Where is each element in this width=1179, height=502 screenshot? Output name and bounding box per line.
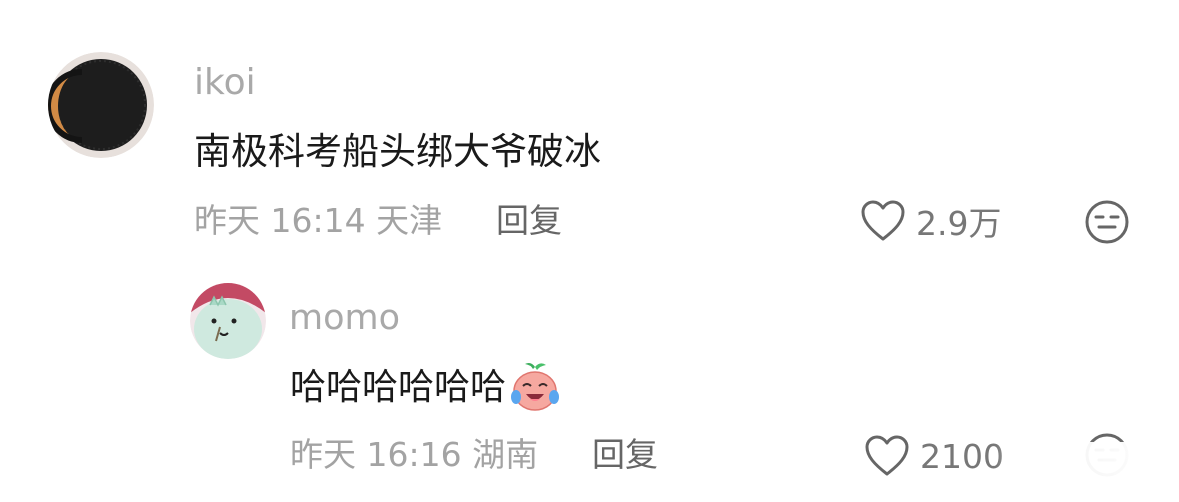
heart-icon [865,435,909,476]
like-count: 2.9万 [916,204,1002,243]
reply-button[interactable]: 回复 [592,432,658,478]
reply-text: 哈哈哈哈哈哈 [290,367,507,408]
like-button[interactable]: 2100 [864,431,1004,481]
moon-avatar-icon [48,52,154,158]
like-count: 2100 [920,436,1004,476]
unamused-face-icon [1085,200,1129,244]
heart-icon [861,200,905,241]
reply-text-row: 哈哈哈哈哈哈 [290,361,562,415]
avatar[interactable] [190,283,266,359]
comment-text: 南极科考船头绑大爷破冰 [194,130,601,173]
comment-thread: ikoi 南极科考船头绑大爷破冰 昨天 16:14 天津 回复 2.9万 mom… [0,0,1179,502]
watermark-overlay [996,442,1179,502]
laughing-tears-emoji-icon [511,363,560,411]
like-button[interactable]: 2.9万 [860,196,1001,246]
green-dino-avatar-icon [190,283,266,359]
avatar[interactable] [48,52,154,158]
username[interactable]: momo [289,295,400,341]
username[interactable]: ikoi [194,60,256,106]
reply-meta: 昨天 16:16 湖南 [290,435,539,474]
dislike-button[interactable] [1084,199,1130,245]
reply-button[interactable]: 回复 [496,198,562,244]
comment-meta: 昨天 16:14 天津 [194,201,443,240]
